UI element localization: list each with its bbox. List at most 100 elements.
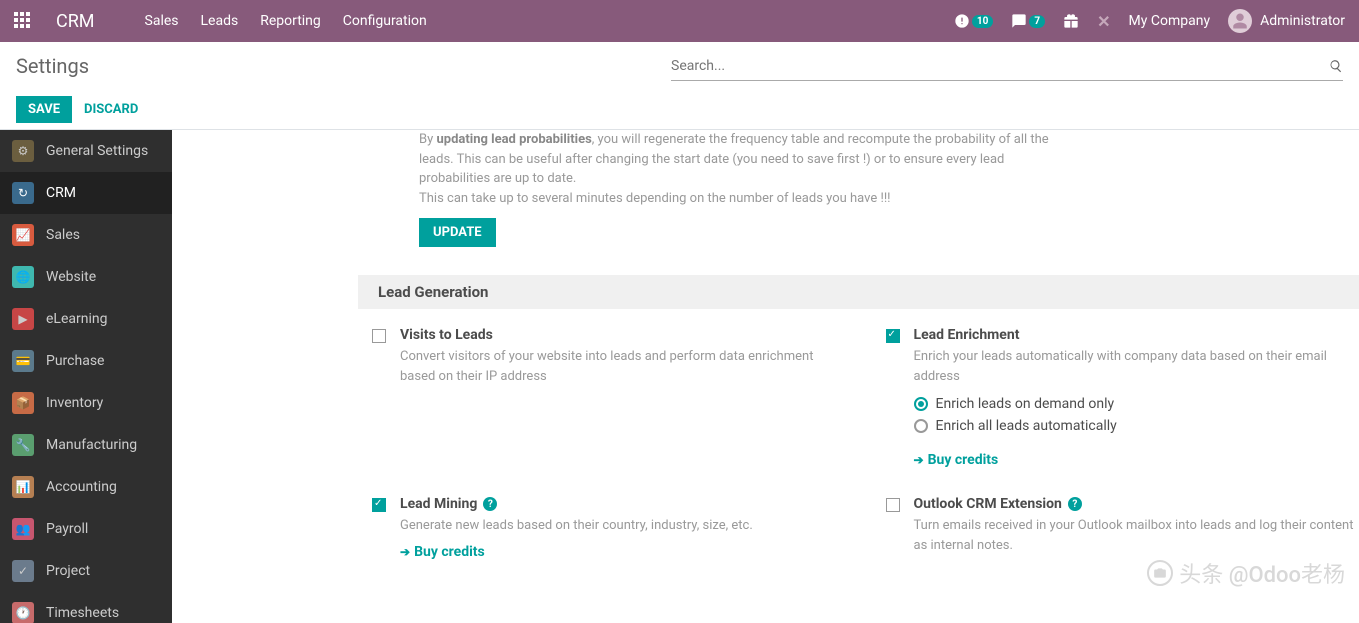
sidebar-icon: 📈 [12,224,34,246]
section-lead-generation: Lead Generation [358,275,1359,309]
search-icon[interactable] [1329,59,1343,73]
sidebar-item-general-settings[interactable]: ⚙ General Settings [0,130,172,172]
sidebar-item-crm[interactable]: ↻ CRM [0,172,172,214]
camera-icon [1147,560,1173,586]
setting-desc-enrichment: Enrich your leads automatically with com… [914,347,1359,386]
info-text: By updating lead probabilities, you will… [419,130,1052,208]
chat-icon[interactable]: 7 [1011,13,1045,29]
discard-button[interactable]: DISCARD [84,102,138,117]
setting-visits-to-leads: Visits to Leads Convert visitors of your… [372,327,846,468]
sidebar-item-label: Website [46,269,96,285]
button-bar: SAVE DISCARD [0,90,1359,130]
sidebar-item-label: Timesheets [46,605,119,621]
radio-enrich-auto[interactable]: Enrich all leads automatically [914,418,1359,434]
search-input[interactable] [671,52,1321,80]
radio-enrich-demand[interactable]: Enrich leads on demand only [914,396,1359,412]
sidebar-item-label: Sales [46,227,80,243]
sidebar-icon: ✓ [12,560,34,582]
activities-badge: 10 [972,15,993,28]
checkbox-mining[interactable] [372,498,386,512]
setting-title-mining: Lead Mining ? [400,496,846,512]
sidebar-item-sales[interactable]: 📈 Sales [0,214,172,256]
setting-title-outlook: Outlook CRM Extension ? [914,496,1359,512]
sidebar-icon: 🌐 [12,266,34,288]
apps-grid-icon[interactable] [14,12,32,30]
nav-leads[interactable]: Leads [201,13,239,29]
help-icon[interactable]: ? [1068,497,1082,511]
activities-icon[interactable]: 10 [954,13,993,29]
page-title: Settings [16,54,89,78]
setting-title-enrichment: Lead Enrichment [914,327,1359,343]
user-menu[interactable]: Administrator [1228,9,1345,33]
sidebar-icon: ⚙ [12,140,34,162]
chat-badge: 7 [1029,15,1045,28]
help-icon[interactable]: ? [483,497,497,511]
sidebar-item-project[interactable]: ✓ Project [0,550,172,592]
avatar-icon [1228,9,1252,33]
setting-desc-outlook: Turn emails received in your Outlook mai… [914,516,1359,555]
setting-desc-mining: Generate new leads based on their countr… [400,516,846,536]
nav-right: 10 7 ✕ My Company Administrator [954,9,1345,33]
sidebar-item-label: Manufacturing [46,437,137,453]
sidebar-item-label: CRM [46,185,76,201]
nav-links: Sales Leads Reporting Configuration [145,13,427,29]
checkbox-outlook[interactable] [886,498,900,512]
enrichment-radio-group: Enrich leads on demand only Enrich all l… [914,396,1359,434]
sidebar-item-label: Accounting [46,479,117,495]
setting-lead-enrichment: Lead Enrichment Enrich your leads automa… [886,327,1359,468]
watermark: 头条 @Odoo老杨 [1147,557,1345,589]
radio-icon [914,397,928,411]
sidebar-item-purchase[interactable]: 💳 Purchase [0,340,172,382]
close-icon[interactable]: ✕ [1097,12,1110,31]
main-wrap: ⚙ General Settings ↻ CRM 📈 Sales 🌐 Website ▶ eLea… [0,130,1359,623]
sidebar-item-label: Project [46,563,90,579]
info-block: By updating lead probabilities, you will… [172,130,1052,247]
buy-credits-enrichment[interactable]: ➔ Buy credits [914,452,1359,468]
setting-lead-mining: Lead Mining ? Generate new leads based o… [372,496,846,560]
sidebar-icon: ▶ [12,308,34,330]
update-button[interactable]: UPDATE [419,218,496,247]
setting-desc-visits: Convert visitors of your website into le… [400,347,846,386]
sidebar-item-inventory[interactable]: 📦 Inventory [0,382,172,424]
arrow-right-icon: ➔ [400,545,410,559]
sidebar-icon: 🔧 [12,434,34,456]
checkbox-visits[interactable] [372,329,386,343]
nav-reporting[interactable]: Reporting [260,13,321,29]
sidebar-icon: 🕐 [12,602,34,623]
sidebar-icon: 👥 [12,518,34,540]
setting-outlook-extension: Outlook CRM Extension ? Turn emails rece… [886,496,1359,560]
sidebar-icon: 💳 [12,350,34,372]
settings-sidebar: ⚙ General Settings ↻ CRM 📈 Sales 🌐 Website ▶ eLea… [0,130,172,623]
sidebar-item-elearning[interactable]: ▶ eLearning [0,298,172,340]
top-navbar: CRM Sales Leads Reporting Configuration … [0,0,1359,42]
arrow-right-icon: ➔ [914,453,924,467]
nav-configuration[interactable]: Configuration [343,13,427,29]
settings-row-2: Lead Mining ? Generate new leads based o… [172,496,1359,560]
buy-credits-mining[interactable]: ➔ Buy credits [400,544,846,560]
sidebar-item-website[interactable]: 🌐 Website [0,256,172,298]
sidebar-item-manufacturing[interactable]: 🔧 Manufacturing [0,424,172,466]
control-bar: Settings [0,42,1359,90]
sidebar-item-label: Purchase [46,353,104,369]
sidebar-item-label: eLearning [46,311,107,327]
gift-icon[interactable] [1063,13,1079,29]
sidebar-item-payroll[interactable]: 👥 Payroll [0,508,172,550]
company-selector[interactable]: My Company [1129,13,1211,29]
sidebar-item-label: Inventory [46,395,103,411]
sidebar-icon: 📊 [12,476,34,498]
search-box[interactable] [671,52,1343,81]
nav-sales[interactable]: Sales [145,13,179,29]
sidebar-item-accounting[interactable]: 📊 Accounting [0,466,172,508]
sidebar-item-timesheets[interactable]: 🕐 Timesheets [0,592,172,623]
sidebar-icon: ↻ [12,182,34,204]
sidebar-icon: 📦 [12,392,34,414]
content-pane[interactable]: By updating lead probabilities, you will… [172,130,1359,623]
setting-title-visits: Visits to Leads [400,327,846,343]
checkbox-enrichment[interactable] [886,329,900,343]
user-name: Administrator [1260,13,1345,29]
app-brand[interactable]: CRM [56,11,95,32]
sidebar-item-label: General Settings [46,143,148,159]
save-button[interactable]: SAVE [16,96,72,123]
sidebar-item-label: Payroll [46,521,88,537]
radio-icon [914,419,928,433]
